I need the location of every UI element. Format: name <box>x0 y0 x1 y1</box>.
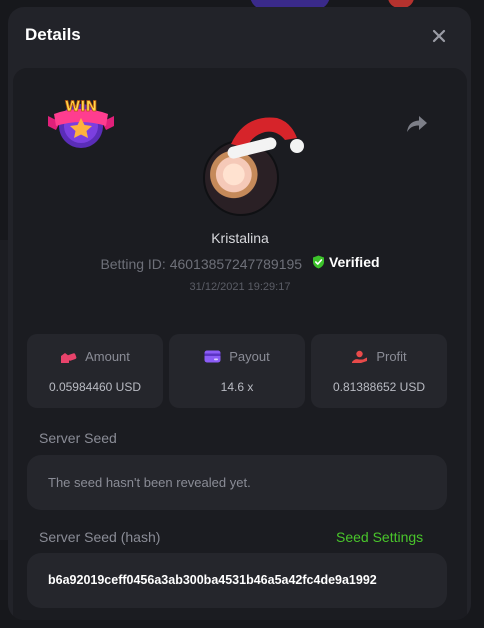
seed-settings-link[interactable]: Seed Settings <box>336 529 423 545</box>
stat-profit: Profit 0.81388652 USD <box>311 334 447 408</box>
bet-stats: Amount 0.05984460 USD Payout 14.6 x Prof… <box>27 334 447 408</box>
win-badge-label: WIN <box>65 99 97 115</box>
stat-label: Profit <box>376 349 407 364</box>
stat-label: Payout <box>229 349 270 364</box>
betting-id: Betting ID: 46013857247789195 <box>100 256 303 272</box>
amount-icon <box>61 352 77 363</box>
stat-label: Amount <box>85 349 130 364</box>
server-seed-field[interactable]: The seed hasn't been revealed yet. <box>27 455 447 510</box>
server-seed-value: The seed hasn't been revealed yet. <box>48 475 251 490</box>
payout-icon <box>204 350 221 363</box>
shield-check-icon <box>312 255 324 269</box>
details-modal: Details WIN Kristalina Betting ID: 46013… <box>8 7 471 620</box>
verified-label: Verified <box>328 254 380 270</box>
stat-value: 14.6 x <box>220 380 254 394</box>
close-button[interactable] <box>431 28 447 44</box>
stat-payout: Payout 14.6 x <box>169 334 305 408</box>
close-icon <box>432 29 446 43</box>
stat-head: Amount <box>27 349 163 364</box>
server-seed-label: Server Seed <box>39 430 117 446</box>
username: Kristalina <box>211 230 269 246</box>
share-icon <box>407 116 427 132</box>
stat-amount: Amount 0.05984460 USD <box>27 334 163 408</box>
bet-timestamp: 31/12/2021 19:29:17 <box>189 281 291 293</box>
server-seed-hash-label: Server Seed (hash) <box>39 529 161 545</box>
betting-id-row: Betting ID: 46013857247789195 Verified <box>13 254 467 272</box>
santa-hat-icon <box>227 117 304 159</box>
server-seed-hash-field[interactable]: b6a92019ceff0456a3ab300ba4531b46a5a42fc4… <box>27 553 447 608</box>
win-badge: WIN <box>46 96 116 150</box>
stat-value: 0.81388652 USD <box>332 380 426 394</box>
stat-head: Payout <box>169 349 305 364</box>
bet-details-panel: WIN Kristalina Betting ID: 4601385724778… <box>13 68 467 620</box>
profit-icon <box>352 350 368 363</box>
modal-title: Details <box>25 25 81 44</box>
server-seed-hash-value: b6a92019ceff0456a3ab300ba4531b46a5a42fc4… <box>48 573 377 587</box>
verified-badge: Verified <box>312 254 380 270</box>
stat-value: 0.05984460 USD <box>48 380 142 394</box>
background-panel <box>0 240 8 540</box>
share-button[interactable] <box>405 113 429 135</box>
stat-head: Profit <box>311 349 447 364</box>
modal-header: Details <box>8 7 471 65</box>
